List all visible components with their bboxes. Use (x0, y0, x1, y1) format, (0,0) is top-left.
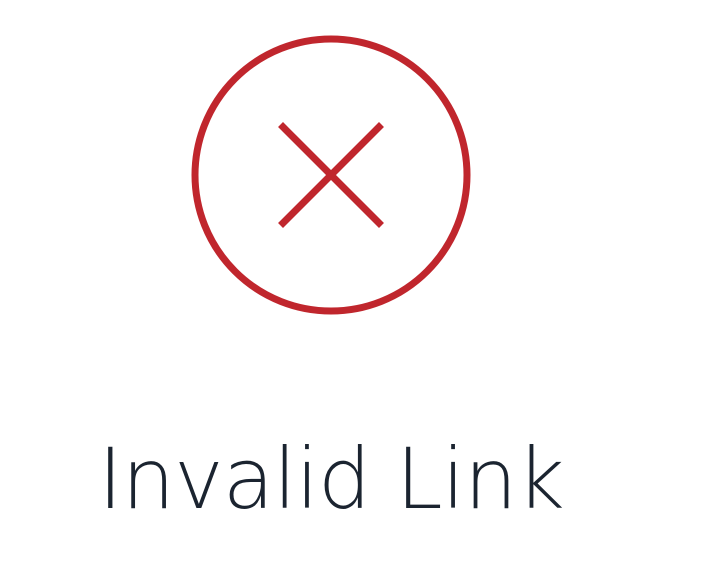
x-circle-icon (191, 35, 471, 315)
error-circle-icon (190, 34, 472, 316)
page-title: Invalid Link (98, 430, 565, 528)
